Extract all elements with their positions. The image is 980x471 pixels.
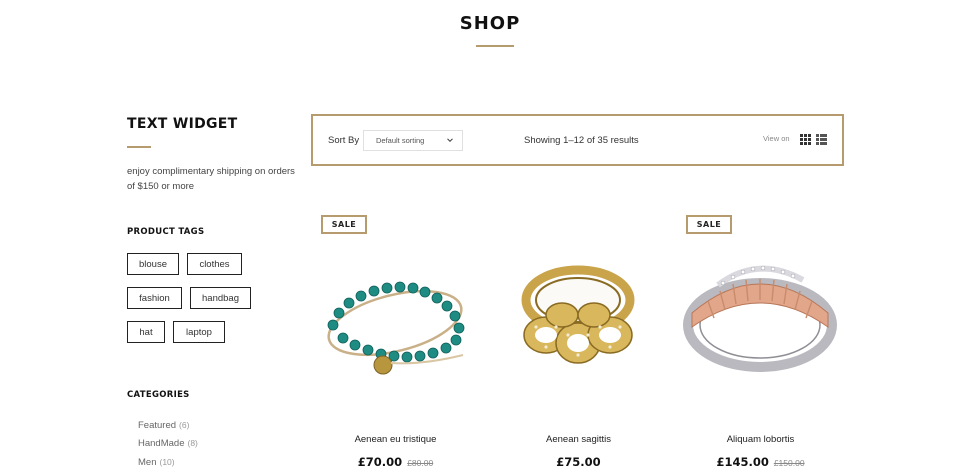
product-card[interactable]: SALE Aliquam lobortis £145.00 £150.00	[678, 205, 843, 471]
gold-chain-crystal-ring-image[interactable]	[496, 215, 661, 415]
shop-toolbar: Sort By Default sorting Showing 1–12 of …	[311, 114, 844, 166]
product-name[interactable]: Aenean eu tristique	[313, 434, 478, 445]
sale-badge: SALE	[686, 215, 732, 234]
product-tags-title: PRODUCT TAGS	[127, 227, 205, 237]
categories-title: CATEGORIES	[127, 390, 190, 400]
page-title: SHOP	[459, 13, 521, 34]
product-price: £145.00	[716, 455, 769, 469]
category-label: HandMade	[138, 438, 185, 449]
tag-fashion[interactable]: fashion	[127, 287, 182, 309]
view-on-label: View on	[763, 134, 790, 143]
category-label: Men	[138, 457, 157, 468]
product-name[interactable]: Aenean sagittis	[496, 434, 661, 445]
price-row: £75.00	[496, 453, 661, 471]
category-item-men[interactable]: Men (10)	[138, 457, 175, 468]
product-price: £70.00	[357, 455, 403, 469]
grid-view-icon[interactable]	[800, 134, 811, 145]
product-price: £75.00	[556, 455, 601, 469]
category-count: (8)	[187, 438, 198, 448]
category-count: (6)	[179, 420, 190, 430]
chevron-down-icon	[447, 138, 453, 143]
sort-select-value: Default sorting	[376, 136, 425, 145]
text-widget-body: enjoy complimentary shipping on orders o…	[127, 166, 295, 192]
price-row: £70.00 £80.00	[313, 453, 478, 471]
sort-select[interactable]: Default sorting	[363, 130, 463, 151]
tag-laptop[interactable]: laptop	[173, 321, 225, 343]
product-card[interactable]: Aenean sagittis £75.00	[496, 205, 661, 471]
text-widget-title: TEXT WIDGET	[127, 116, 238, 132]
category-item-featured[interactable]: Featured (6)	[138, 420, 189, 431]
text-widget-underline	[127, 146, 151, 148]
tag-blouse[interactable]: blouse	[127, 253, 179, 275]
tag-hat[interactable]: hat	[127, 321, 165, 343]
category-label: Featured	[138, 420, 177, 431]
product-old-price: £80.00	[407, 458, 434, 468]
tag-handbag[interactable]: handbag	[190, 287, 251, 309]
title-underline	[476, 45, 514, 47]
rose-gold-diamond-ring-image[interactable]	[678, 215, 843, 415]
product-card[interactable]: SALE Aenean eu tristique £70.00 £80.00	[313, 205, 478, 471]
tag-clothes[interactable]: clothes	[187, 253, 242, 275]
result-count: Showing 1–12 of 35 results	[524, 135, 639, 146]
product-name[interactable]: Aliquam lobortis	[678, 434, 843, 445]
category-item-handmade[interactable]: HandMade (8)	[138, 438, 198, 449]
product-old-price: £150.00	[773, 458, 805, 468]
turquoise-bead-bracelet-image[interactable]	[313, 215, 478, 415]
list-view-icon[interactable]	[816, 134, 827, 145]
category-count: (10)	[159, 457, 175, 467]
sale-badge: SALE	[321, 215, 367, 234]
sort-label: Sort By	[328, 135, 360, 146]
price-row: £145.00 £150.00	[678, 453, 843, 471]
